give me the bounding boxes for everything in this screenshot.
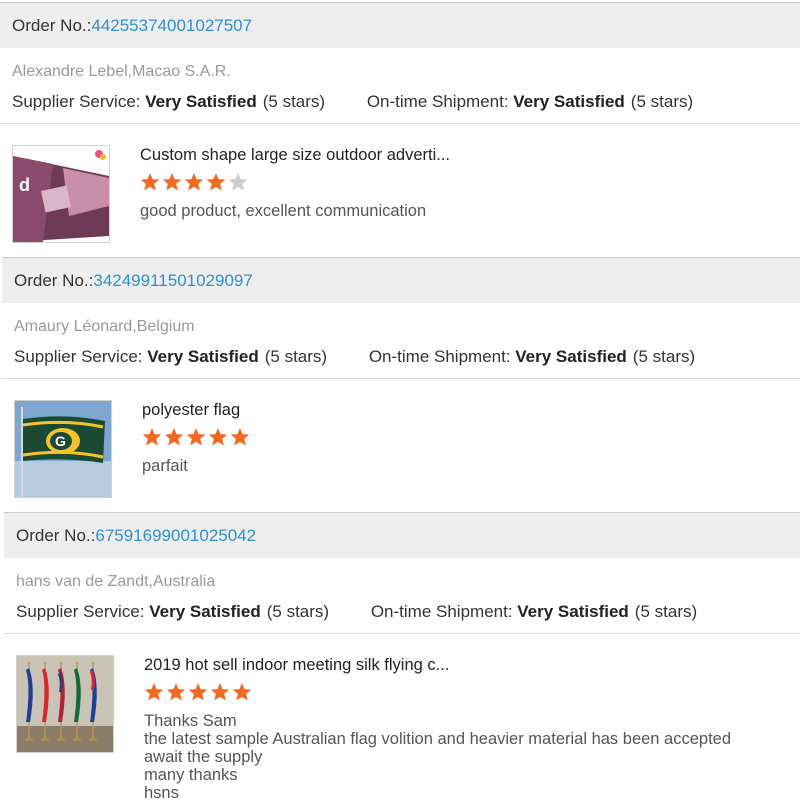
supplier-service-value: Very Satisfied xyxy=(145,92,257,111)
feedback-list: Order No.: 44255374001027507 Alexandre L… xyxy=(0,2,800,800)
buyer-section: hans van de Zandt,Australia Supplier Ser… xyxy=(4,558,800,634)
review-text: good product, excellent communication xyxy=(140,202,785,220)
product-title-link[interactable]: 2019 hot sell indoor meeting silk flying… xyxy=(144,656,449,675)
review-line: Thanks Sam xyxy=(144,712,237,730)
star-filled-icon xyxy=(162,172,182,192)
product-thumbnail[interactable]: d xyxy=(12,145,110,243)
shipment-label: On-time Shipment: xyxy=(368,347,516,366)
star-filled-icon xyxy=(144,682,164,702)
supplier-service-stars-text: (5 stars) xyxy=(264,347,328,366)
indoor-flags-photo-icon xyxy=(17,656,113,752)
review-line: hsns xyxy=(144,784,179,800)
shipment-label: On-time Shipment: xyxy=(366,92,514,111)
supplier-service-rating: Supplier Service: Very Satisfied (5 stars… xyxy=(14,347,327,367)
product-thumbnail[interactable]: G xyxy=(14,400,112,498)
star-filled-icon xyxy=(210,682,230,702)
supplier-service-label: Supplier Service: xyxy=(16,602,150,621)
ratings-row: Supplier Service: Very Satisfied (5 stars… xyxy=(14,347,695,367)
order-label: Order No.: xyxy=(12,15,92,35)
product-title-link[interactable]: Custom shape large size outdoor adverti.… xyxy=(140,146,450,165)
shipment-rating: On-time Shipment: Very Satisfied (5 stars… xyxy=(371,602,697,622)
svg-text:G: G xyxy=(55,433,66,449)
star-filled-icon xyxy=(166,682,186,702)
star-filled-icon xyxy=(230,427,250,447)
shipment-value: Very Satisfied xyxy=(515,347,627,366)
review-line: many thanks xyxy=(144,766,238,784)
shipment-rating: On-time Shipment: Very Satisfied (5 stars… xyxy=(369,347,695,367)
review-text: parfait xyxy=(142,457,787,475)
supplier-service-label: Supplier Service: xyxy=(12,92,146,111)
supplier-service-stars-text: (5 stars) xyxy=(266,602,330,621)
review-line: parfait xyxy=(142,457,188,475)
order-block: Order No.: 67591699001025042 hans van de… xyxy=(4,512,800,800)
shipment-stars-text: (5 stars) xyxy=(630,92,694,111)
shipment-rating: On-time Shipment: Very Satisfied (5 stars… xyxy=(367,92,693,112)
product-section: d Custom shape large size outdoor advert… xyxy=(0,124,800,257)
order-header: Order No.: 67591699001025042 xyxy=(4,512,800,558)
order-number-link[interactable]: 44255374001027507 xyxy=(91,16,252,36)
order-label: Order No.: xyxy=(14,270,94,290)
supplier-service-label: Supplier Service: xyxy=(14,347,148,366)
star-filled-icon xyxy=(140,172,160,192)
product-section: G polyester flag parfait xyxy=(2,379,800,512)
star-filled-icon xyxy=(186,427,206,447)
star-empty-icon xyxy=(228,172,248,192)
svg-text:d: d xyxy=(19,175,30,195)
ratings-row: Supplier Service: Very Satisfied (5 stars… xyxy=(12,92,693,112)
banner-photo-icon: d xyxy=(13,146,109,242)
product-rating-stars xyxy=(140,172,250,192)
product-title-link[interactable]: polyester flag xyxy=(142,401,240,420)
buyer-name: Amaury Léonard,Belgium xyxy=(14,318,195,335)
product-rating-stars xyxy=(144,682,254,702)
supplier-service-rating: Supplier Service: Very Satisfied (5 stars… xyxy=(16,602,329,622)
order-number-link[interactable]: 34249911501029097 xyxy=(93,271,252,291)
shipment-label: On-time Shipment: xyxy=(370,602,518,621)
star-filled-icon xyxy=(164,427,184,447)
order-number-link[interactable]: 67591699001025042 xyxy=(95,526,256,546)
buyer-name: hans van de Zandt,Australia xyxy=(16,573,216,590)
star-filled-icon xyxy=(188,682,208,702)
star-filled-icon xyxy=(142,427,162,447)
shipment-value: Very Satisfied xyxy=(513,92,625,111)
supplier-service-value: Very Satisfied xyxy=(149,602,261,621)
flag-photo-icon: G xyxy=(15,401,111,497)
feedback-viewport[interactable]: Order No.: 44255374001027507 Alexandre L… xyxy=(0,0,800,800)
review-line: the latest sample Australian flag voliti… xyxy=(144,730,732,748)
star-filled-icon xyxy=(232,682,252,702)
star-filled-icon xyxy=(206,172,226,192)
supplier-service-rating: Supplier Service: Very Satisfied (5 stars… xyxy=(12,92,325,112)
star-filled-icon xyxy=(184,172,204,192)
order-block: Order No.: 34249911501029097 Amaury Léon… xyxy=(2,257,800,512)
order-label: Order No.: xyxy=(16,525,96,545)
product-thumbnail[interactable] xyxy=(16,655,114,753)
review-line: await the supply xyxy=(144,748,263,766)
shipment-stars-text: (5 stars) xyxy=(632,347,696,366)
product-rating-stars xyxy=(142,427,252,447)
buyer-section: Amaury Léonard,Belgium Supplier Service:… xyxy=(2,303,800,379)
supplier-service-stars-text: (5 stars) xyxy=(262,92,326,111)
star-filled-icon xyxy=(208,427,228,447)
supplier-service-value: Very Satisfied xyxy=(147,347,259,366)
review-line: good product, excellent communication xyxy=(140,202,427,220)
ratings-row: Supplier Service: Very Satisfied (5 stars… xyxy=(16,602,697,622)
buyer-section: Alexandre Lebel,Macao S.A.R. Supplier Se… xyxy=(0,48,800,124)
order-header: Order No.: 44255374001027507 xyxy=(0,2,800,48)
shipment-value: Very Satisfied xyxy=(517,602,629,621)
order-header: Order No.: 34249911501029097 xyxy=(2,257,800,303)
order-block: Order No.: 44255374001027507 Alexandre L… xyxy=(0,2,800,257)
product-section: 2019 hot sell indoor meeting silk flying… xyxy=(4,634,800,800)
shipment-stars-text: (5 stars) xyxy=(634,602,698,621)
buyer-name: Alexandre Lebel,Macao S.A.R. xyxy=(12,63,231,80)
review-text: Thanks Sam the latest sample Australian f… xyxy=(144,712,789,800)
